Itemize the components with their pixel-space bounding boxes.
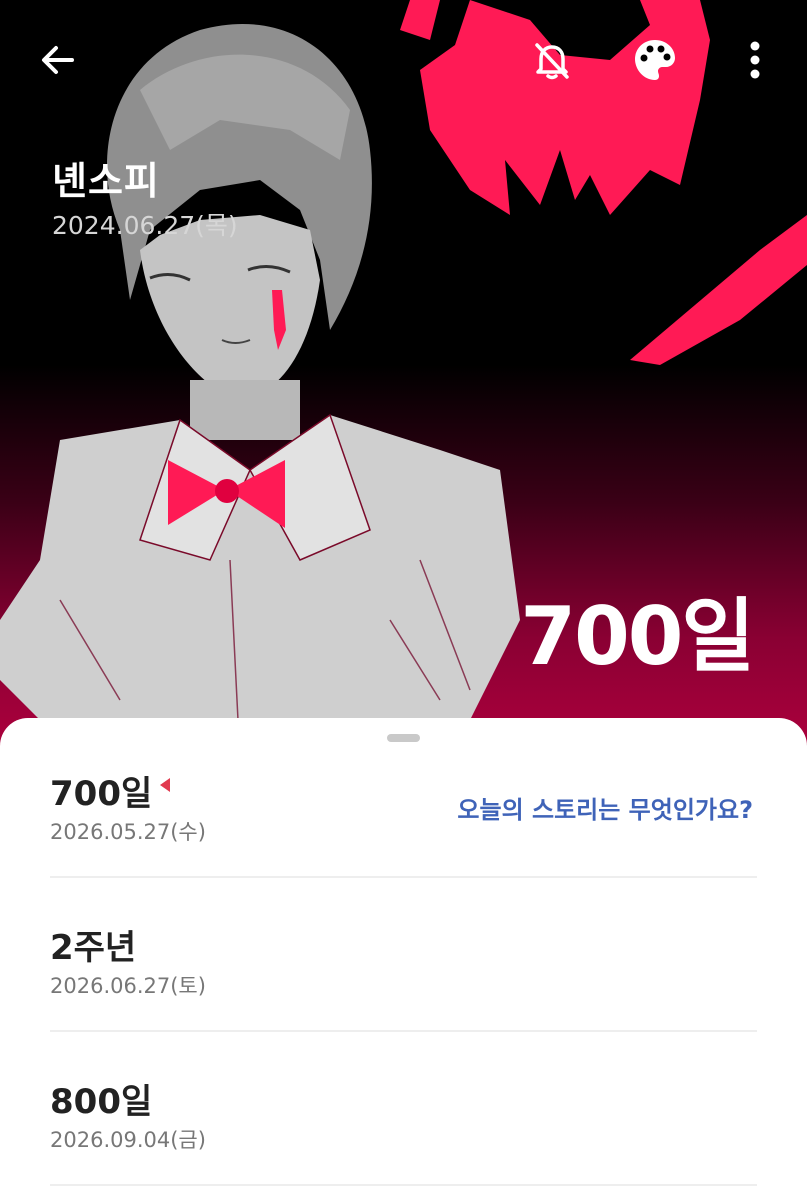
day-count: 700일: [520, 590, 755, 683]
hero-art-bowtie-knot: [215, 479, 239, 503]
milestone-label: 2주년: [50, 928, 137, 968]
milestone-label: 700일: [50, 774, 153, 814]
list-item[interactable]: 700일 2026.05.27(수) 오늘의 스토리는 무엇인가요?: [50, 724, 757, 878]
anniversary-start-date: 2024.06.27(목): [52, 211, 238, 240]
divider: [50, 1184, 757, 1186]
palette-icon: [635, 40, 675, 80]
bell-off-icon: [535, 43, 569, 80]
milestone-date: 2026.05.27(수): [50, 820, 206, 844]
arrow-left-icon: [42, 46, 74, 74]
hero-art-neck: [190, 380, 300, 440]
milestone-date: 2026.06.27(토): [50, 974, 206, 998]
today-marker-icon: [160, 778, 170, 792]
more-options-button[interactable]: [725, 30, 785, 90]
more-vertical-icon: [750, 41, 760, 79]
back-button[interactable]: [28, 30, 88, 90]
list-item[interactable]: 800일 2026.09.04(금): [50, 1032, 757, 1186]
hero-art-pink-shard: [630, 215, 807, 365]
milestone-sheet[interactable]: 700일 2026.05.27(수) 오늘의 스토리는 무엇인가요? 2주년 2…: [0, 718, 807, 1199]
theme-button[interactable]: [625, 30, 685, 90]
notification-toggle-button[interactable]: [522, 30, 582, 90]
today-story-link[interactable]: 오늘의 스토리는 무엇인가요?: [457, 790, 753, 825]
hero-art-pink-strand: [400, 0, 440, 40]
hero-art-face: [140, 215, 320, 400]
milestone-label: 800일: [50, 1082, 153, 1122]
milestone-date: 2026.09.04(금): [50, 1128, 206, 1152]
list-item[interactable]: 2주년 2026.06.27(토): [50, 878, 757, 1032]
hero-background: 녠소피 2024.06.27(목) 700일: [0, 0, 807, 760]
anniversary-title: 녠소피: [52, 159, 160, 203]
